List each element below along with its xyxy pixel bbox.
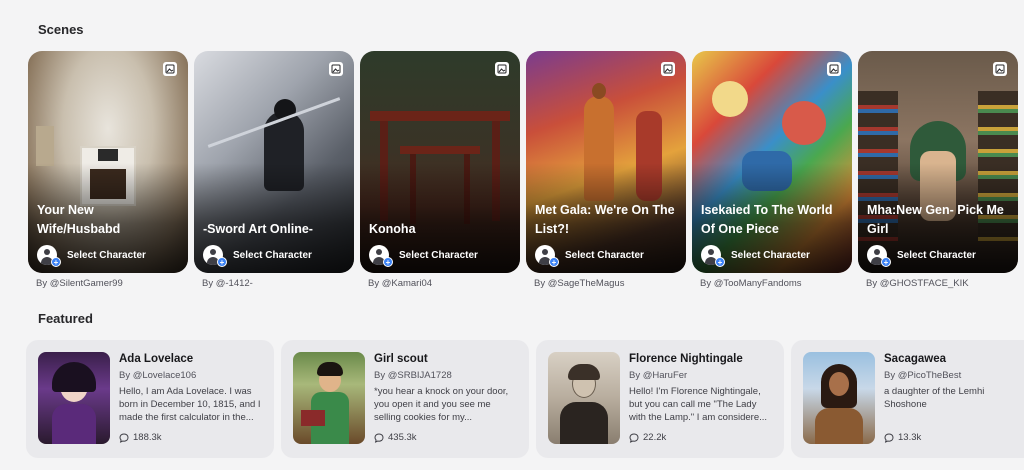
character-description: Hello, I am Ada Lovelace. I was born in … xyxy=(119,386,261,423)
select-character-button[interactable]: + Select Character xyxy=(701,245,810,267)
scene-title: Isekaied To The World Of One Piece xyxy=(701,203,833,236)
character-author[interactable]: By @SRBIJA1728 xyxy=(374,370,452,381)
select-character-button[interactable]: + Select Character xyxy=(369,245,478,267)
scene-author[interactable]: By @SilentGamer99 xyxy=(36,278,123,289)
image-plus-icon[interactable] xyxy=(827,62,841,76)
select-character-button[interactable]: + Select Character xyxy=(37,245,146,267)
character-name: Sacagawea xyxy=(884,353,947,365)
select-character-label: Select Character xyxy=(67,249,146,261)
featured-carousel: Ada Lovelace By @Lovelace106 Hello, I am… xyxy=(26,340,1024,458)
plus-badge-icon: + xyxy=(51,257,61,267)
chat-count-value: 188.3k xyxy=(133,432,162,443)
chat-count-value: 435.3k xyxy=(388,432,417,443)
character-avatar xyxy=(293,352,365,444)
character-avatar xyxy=(803,352,875,444)
scene-author[interactable]: By @SageTheMagus xyxy=(534,278,624,289)
scene-title: Your New Wife/Husbabd xyxy=(37,203,121,236)
chat-count: 13.3k xyxy=(884,432,921,443)
character-avatar xyxy=(548,352,620,444)
image-plus-icon[interactable] xyxy=(495,62,509,76)
scene-author[interactable]: By @TooManyFandoms xyxy=(700,278,802,289)
scene-card-image[interactable]: Met Gala: We're On The List?! + Select C… xyxy=(526,51,686,273)
character-description: a daughter of the Lemhi Shoshone xyxy=(884,386,985,410)
scene-card[interactable]: Your New Wife/Husbabd + Select Character… xyxy=(28,51,188,291)
image-plus-icon[interactable] xyxy=(661,62,675,76)
character-avatar xyxy=(38,352,110,444)
chat-bubble-icon xyxy=(119,432,129,443)
character-description: Hello! I'm Florence Nightingale, but you… xyxy=(629,386,768,423)
select-character-button[interactable]: + Select Character xyxy=(203,245,312,267)
scene-author[interactable]: By @GHOSTFACE_KIK xyxy=(866,278,969,289)
scene-card-image[interactable]: Mha:New Gen- Pick Me Girl + Select Chara… xyxy=(858,51,1018,273)
image-plus-icon[interactable] xyxy=(993,62,1007,76)
chat-count: 22.2k xyxy=(629,432,666,443)
plus-badge-icon: + xyxy=(549,257,559,267)
plus-badge-icon: + xyxy=(383,257,393,267)
scenes-carousel: Your New Wife/Husbabd + Select Character… xyxy=(28,51,1024,291)
chat-count-value: 22.2k xyxy=(643,432,667,443)
plus-badge-icon: + xyxy=(715,257,725,267)
character-author[interactable]: By @HaruFer xyxy=(629,370,687,381)
character-author[interactable]: By @PicoTheBest xyxy=(884,370,961,381)
featured-character-card[interactable]: Sacagawea By @PicoTheBest a daughter of … xyxy=(791,340,1024,458)
scene-card-image[interactable]: -Sword Art Online- + Select Character xyxy=(194,51,354,273)
scene-title: Met Gala: We're On The List?! xyxy=(535,203,675,236)
select-character-button[interactable]: + Select Character xyxy=(867,245,976,267)
character-description: *you hear a knock on your door, you open… xyxy=(374,386,509,423)
scene-title: Mha:New Gen- Pick Me Girl xyxy=(867,203,1004,236)
scene-author[interactable]: By @Kamari04 xyxy=(368,278,432,289)
select-character-label: Select Character xyxy=(233,249,312,261)
character-author[interactable]: By @Lovelace106 xyxy=(119,370,196,381)
character-name: Girl scout xyxy=(374,353,428,365)
plus-badge-icon: + xyxy=(881,257,891,267)
scene-card[interactable]: -Sword Art Online- + Select Character By… xyxy=(194,51,354,291)
select-character-label: Select Character xyxy=(565,249,644,261)
featured-character-card[interactable]: Girl scout By @SRBIJA1728 *you hear a kn… xyxy=(281,340,529,458)
chat-bubble-icon xyxy=(884,432,894,443)
chat-count: 188.3k xyxy=(119,432,162,443)
chat-bubble-icon xyxy=(374,432,384,443)
scene-card[interactable]: Mha:New Gen- Pick Me Girl + Select Chara… xyxy=(858,51,1018,291)
plus-badge-icon: + xyxy=(217,257,227,267)
scene-card[interactable]: Konoha + Select Character By @Kamari04 xyxy=(360,51,520,291)
image-plus-icon[interactable] xyxy=(163,62,177,76)
select-character-label: Select Character xyxy=(897,249,976,261)
scene-card-image[interactable]: Isekaied To The World Of One Piece + Sel… xyxy=(692,51,852,273)
character-name: Florence Nightingale xyxy=(629,353,743,365)
scene-card-image[interactable]: Konoha + Select Character xyxy=(360,51,520,273)
scene-card[interactable]: Isekaied To The World Of One Piece + Sel… xyxy=(692,51,852,291)
scene-title: Konoha xyxy=(369,222,416,236)
scene-card-image[interactable]: Your New Wife/Husbabd + Select Character xyxy=(28,51,188,273)
scenes-section-title: Scenes xyxy=(38,22,84,37)
scene-title: -Sword Art Online- xyxy=(203,222,313,236)
featured-section-title: Featured xyxy=(38,311,93,326)
image-plus-icon[interactable] xyxy=(329,62,343,76)
scene-author[interactable]: By @-1412- xyxy=(202,278,253,289)
chat-bubble-icon xyxy=(629,432,639,443)
select-character-button[interactable]: + Select Character xyxy=(535,245,644,267)
character-name: Ada Lovelace xyxy=(119,353,194,365)
select-character-label: Select Character xyxy=(731,249,810,261)
select-character-label: Select Character xyxy=(399,249,478,261)
chat-count: 435.3k xyxy=(374,432,417,443)
chat-count-value: 13.3k xyxy=(898,432,922,443)
scene-card[interactable]: Met Gala: We're On The List?! + Select C… xyxy=(526,51,686,291)
featured-character-card[interactable]: Florence Nightingale By @HaruFer Hello! … xyxy=(536,340,784,458)
featured-character-card[interactable]: Ada Lovelace By @Lovelace106 Hello, I am… xyxy=(26,340,274,458)
